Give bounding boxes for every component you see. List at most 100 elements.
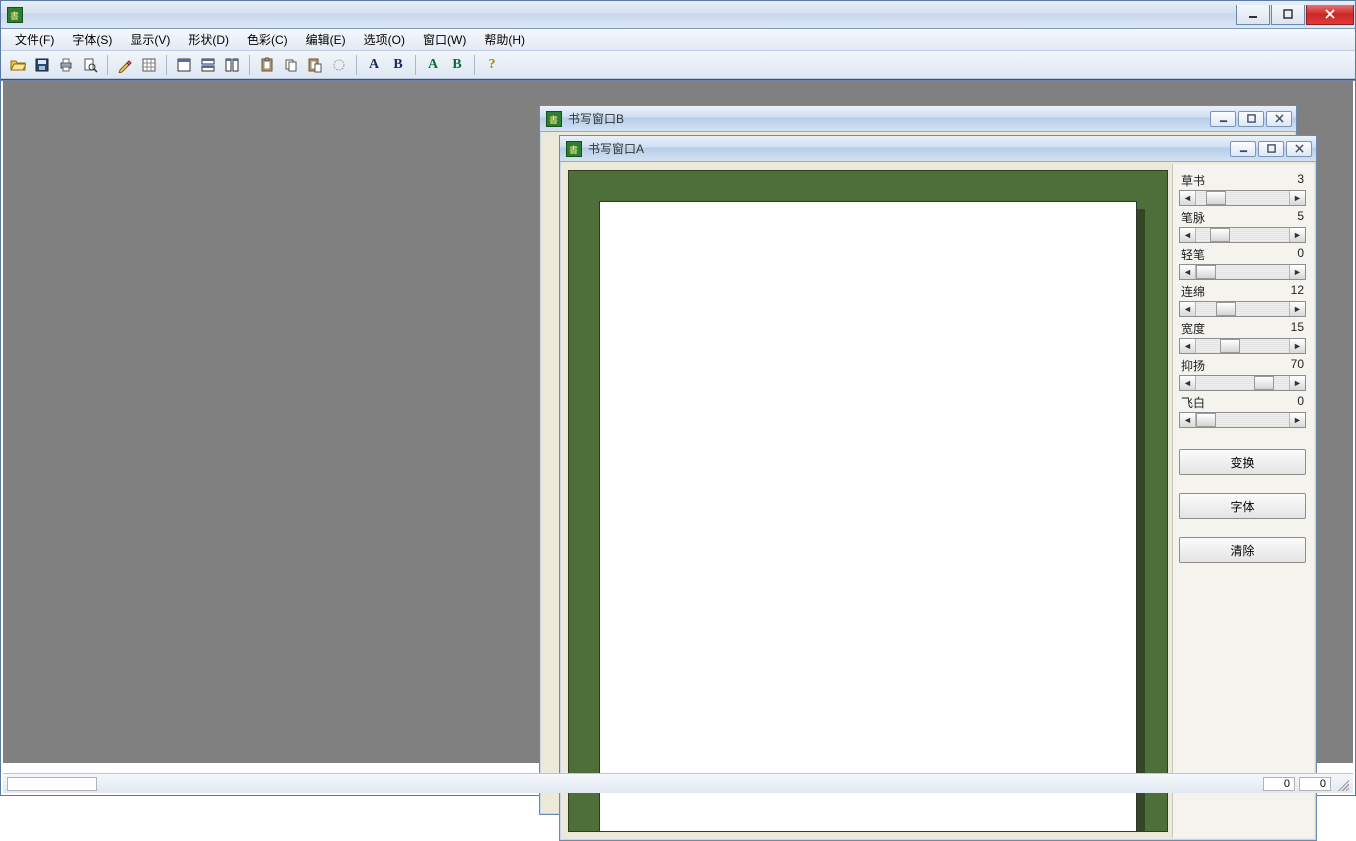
paste-button[interactable]	[304, 54, 326, 76]
print-button[interactable]	[55, 54, 77, 76]
slider-scrollbar[interactable]: ◄►	[1179, 227, 1306, 243]
letter-b-green-icon: B	[452, 57, 461, 73]
slider-block: 草书3◄►	[1179, 172, 1306, 206]
slider-value: 3	[1297, 172, 1304, 189]
slider-label: 笔脉	[1181, 209, 1205, 226]
slider-scrollbar[interactable]: ◄►	[1179, 190, 1306, 206]
close-icon	[1325, 9, 1335, 19]
slider-label: 草书	[1181, 172, 1205, 189]
statusbar: 0 0	[3, 773, 1353, 793]
layout-single-button[interactable]	[173, 54, 195, 76]
slider-scrollbar[interactable]: ◄►	[1179, 301, 1306, 317]
minimize-icon	[1239, 144, 1248, 153]
letter-a-icon: A	[369, 57, 379, 73]
slider-scrollbar[interactable]: ◄►	[1179, 412, 1306, 428]
scroll-track[interactable]	[1196, 376, 1289, 390]
help-button[interactable]: ?	[481, 54, 503, 76]
child-b-minimize-button[interactable]	[1210, 111, 1236, 127]
scroll-thumb[interactable]	[1196, 265, 1216, 279]
paste-icon	[307, 57, 323, 73]
scroll-left-arrow-icon[interactable]: ◄	[1180, 376, 1196, 390]
menu-shape[interactable]: 形状(D)	[180, 29, 237, 50]
child-a-close-button[interactable]	[1286, 141, 1312, 157]
child-a-minimize-button[interactable]	[1230, 141, 1256, 157]
close-button[interactable]	[1306, 5, 1354, 25]
child-b-close-button[interactable]	[1266, 111, 1292, 127]
sliders-host: 草书3◄►笔脉5◄►轻笔0◄►连绵12◄►宽度15◄►抑扬70◄►飞白0◄►	[1179, 172, 1306, 431]
layout-horiz-button[interactable]	[197, 54, 219, 76]
grid-button[interactable]	[138, 54, 160, 76]
slider-label: 抑扬	[1181, 357, 1205, 374]
scroll-thumb[interactable]	[1206, 191, 1226, 205]
scroll-right-arrow-icon[interactable]: ►	[1289, 339, 1305, 353]
menu-file[interactable]: 文件(F)	[7, 29, 62, 50]
scroll-left-arrow-icon[interactable]: ◄	[1180, 339, 1196, 353]
slider-block: 连绵12◄►	[1179, 283, 1306, 317]
save-button[interactable]	[31, 54, 53, 76]
scroll-right-arrow-icon[interactable]: ►	[1289, 191, 1305, 205]
layout-single-icon	[176, 57, 192, 73]
scroll-right-arrow-icon[interactable]: ►	[1289, 265, 1305, 279]
pencil-button[interactable]	[114, 54, 136, 76]
preview-button[interactable]	[79, 54, 101, 76]
clear-button[interactable]: 清除	[1179, 537, 1306, 563]
transform-button[interactable]: 变换	[1179, 449, 1306, 475]
scroll-track[interactable]	[1196, 413, 1289, 427]
child-a-titlebar[interactable]: 书写窗口A	[560, 136, 1316, 162]
slider-scrollbar[interactable]: ◄►	[1179, 338, 1306, 354]
child-a-maximize-button[interactable]	[1258, 141, 1284, 157]
scroll-left-arrow-icon[interactable]: ◄	[1180, 265, 1196, 279]
glyph-a1-button[interactable]: A	[363, 54, 385, 76]
toolbar-separator	[356, 55, 357, 75]
scroll-left-arrow-icon[interactable]: ◄	[1180, 302, 1196, 316]
child-window-a[interactable]: 书写窗口A 草书3◄►笔脉5◄►轻笔0◄►连绵12◄►宽度15◄►抑扬70◄►飞…	[559, 135, 1317, 841]
scroll-left-arrow-icon[interactable]: ◄	[1180, 413, 1196, 427]
scroll-thumb[interactable]	[1254, 376, 1274, 390]
menu-window[interactable]: 窗口(W)	[415, 29, 474, 50]
scroll-track[interactable]	[1196, 265, 1289, 279]
scroll-left-arrow-icon[interactable]: ◄	[1180, 228, 1196, 242]
menu-font[interactable]: 字体(S)	[64, 29, 120, 50]
menu-edit[interactable]: 编辑(E)	[298, 29, 354, 50]
copy-button[interactable]	[280, 54, 302, 76]
resize-grip-icon[interactable]	[1335, 777, 1349, 791]
menu-option[interactable]: 选项(O)	[356, 29, 413, 50]
menu-color[interactable]: 色彩(C)	[239, 29, 296, 50]
slider-scrollbar[interactable]: ◄►	[1179, 264, 1306, 280]
scroll-track[interactable]	[1196, 339, 1289, 353]
menu-view[interactable]: 显示(V)	[122, 29, 178, 50]
scroll-thumb[interactable]	[1220, 339, 1240, 353]
menubar: 文件(F) 字体(S) 显示(V) 形状(D) 色彩(C) 编辑(E) 选项(O…	[1, 29, 1355, 51]
slider-scrollbar[interactable]: ◄►	[1179, 375, 1306, 391]
menu-help[interactable]: 帮助(H)	[476, 29, 533, 50]
maximize-button[interactable]	[1271, 5, 1305, 25]
action-button[interactable]	[328, 54, 350, 76]
scroll-left-arrow-icon[interactable]: ◄	[1180, 191, 1196, 205]
child-b-maximize-button[interactable]	[1238, 111, 1264, 127]
mdi-client-area: 书写窗口B 书写窗口A	[3, 81, 1353, 763]
glyph-a2-button[interactable]: A	[422, 54, 444, 76]
minimize-button[interactable]	[1236, 5, 1270, 25]
window-controls	[1236, 5, 1355, 25]
open-folder-icon	[10, 57, 26, 73]
glyph-b2-button[interactable]: B	[446, 54, 468, 76]
titlebar	[1, 1, 1355, 29]
child-b-titlebar[interactable]: 书写窗口B	[540, 106, 1296, 132]
scroll-track[interactable]	[1196, 191, 1289, 205]
scroll-thumb[interactable]	[1210, 228, 1230, 242]
glyph-b1-button[interactable]: B	[387, 54, 409, 76]
scroll-right-arrow-icon[interactable]: ►	[1289, 376, 1305, 390]
scroll-track[interactable]	[1196, 302, 1289, 316]
scroll-thumb[interactable]	[1216, 302, 1236, 316]
scroll-right-arrow-icon[interactable]: ►	[1289, 302, 1305, 316]
scroll-right-arrow-icon[interactable]: ►	[1289, 413, 1305, 427]
layout-vert-button[interactable]	[221, 54, 243, 76]
font-button[interactable]: 字体	[1179, 493, 1306, 519]
scroll-track[interactable]	[1196, 228, 1289, 242]
open-button[interactable]	[7, 54, 29, 76]
writing-canvas-frame	[568, 170, 1168, 832]
clipboard-button[interactable]	[256, 54, 278, 76]
writing-canvas[interactable]	[599, 201, 1137, 832]
scroll-right-arrow-icon[interactable]: ►	[1289, 228, 1305, 242]
scroll-thumb[interactable]	[1196, 413, 1216, 427]
